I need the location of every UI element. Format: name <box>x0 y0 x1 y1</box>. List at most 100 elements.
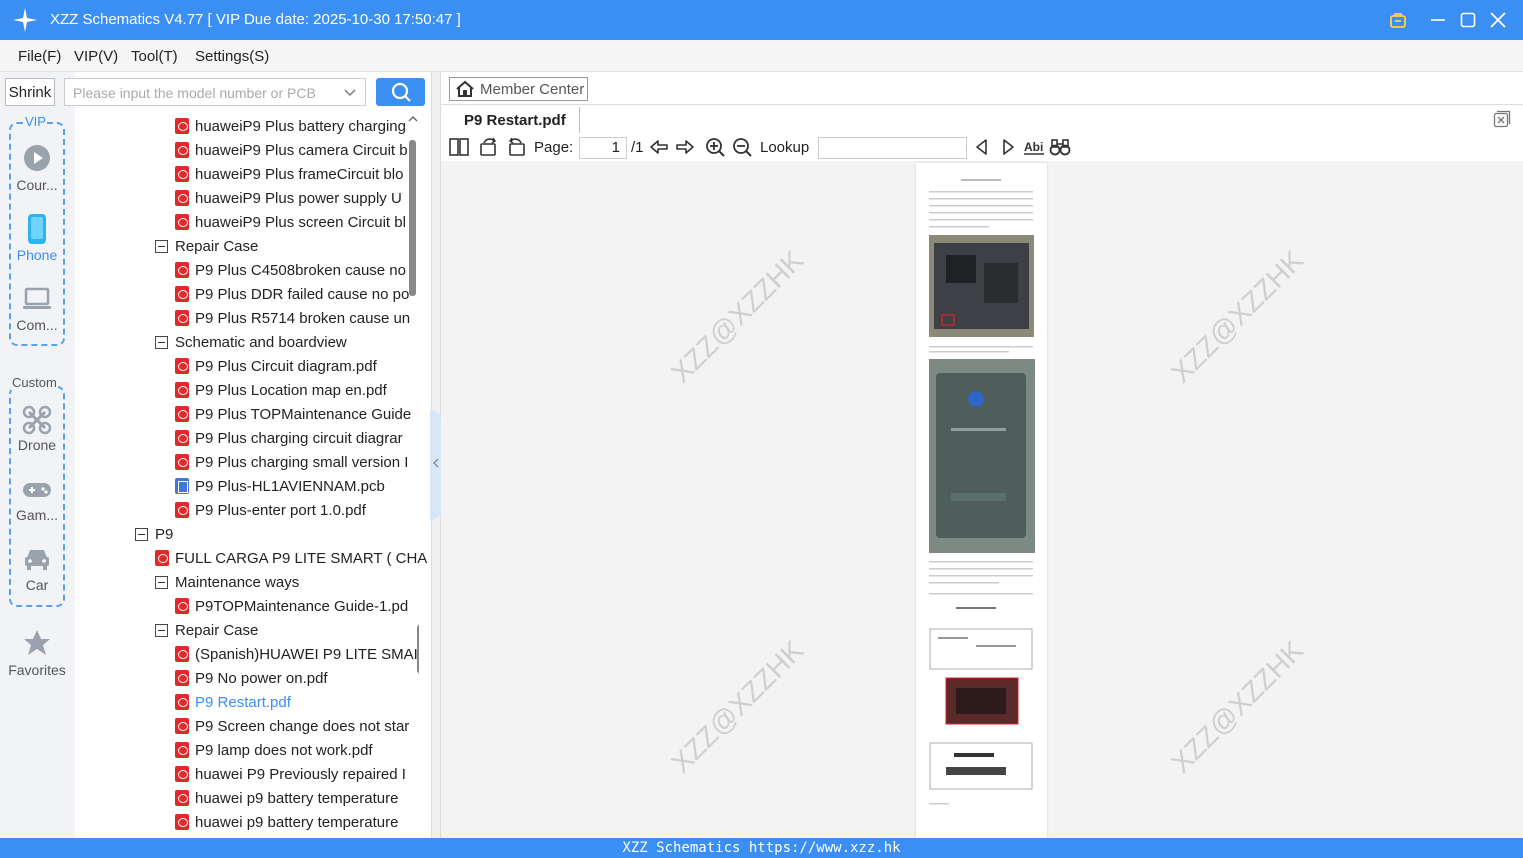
tree-file[interactable]: P9 Plus Circuit diagram.pdf <box>175 354 377 378</box>
menu-settings[interactable]: Settings(S) <box>195 48 269 65</box>
search-icon <box>391 82 411 102</box>
title-bar: XZZ Schematics V4.77 [ VIP Due date: 202… <box>0 0 1523 40</box>
nav-phone[interactable]: Phone <box>5 247 69 263</box>
tree-file[interactable]: P9 Plus Location map en.pdf <box>175 378 387 402</box>
model-search-input[interactable]: Please input the model number or PCB <box>64 78 366 106</box>
tree-item-label: huawei P9 Previously repaired I <box>195 765 406 783</box>
watermark: XZZ@XZZHK <box>1165 634 1310 779</box>
next-page-icon[interactable] <box>674 137 696 157</box>
tree-file[interactable]: huawei p9 battery temperature <box>175 810 398 834</box>
search-button[interactable] <box>376 78 425 106</box>
pcb-file-icon <box>175 478 189 494</box>
nav-drone[interactable]: Drone <box>5 437 69 453</box>
member-center-button[interactable]: Member Center <box>449 77 588 101</box>
tree-file[interactable]: P9TOPMaintenance Guide-1.pd <box>175 594 408 618</box>
tree-file[interactable]: P9 Restart.pdf <box>175 690 291 714</box>
minimize-button[interactable] <box>1426 8 1450 32</box>
tree-item-label: huaweiP9 Plus power supply U <box>195 189 402 207</box>
nav-car[interactable]: Car <box>5 577 69 593</box>
close-button[interactable] <box>1486 8 1510 32</box>
shrink-button[interactable]: Shrink <box>5 78 55 106</box>
menu-vip[interactable]: VIP(V) <box>74 48 118 65</box>
tree-file[interactable]: huaweiP9 Plus frameCircuit blo <box>175 162 403 186</box>
page-number-input[interactable]: 1 <box>579 137 627 159</box>
app-logo-icon <box>13 8 37 32</box>
tree-file[interactable]: huawei p9 battery temperature <box>175 786 398 810</box>
pdf-file-icon <box>175 262 189 278</box>
close-all-tabs-icon[interactable] <box>1493 110 1511 128</box>
tree-file[interactable]: (Spanish)HUAWEI P9 LITE SMAI <box>175 642 418 666</box>
tree-folder[interactable]: Repair Case <box>155 618 258 642</box>
chevron-down-icon[interactable] <box>343 85 357 99</box>
status-bar: XZZ Schematics https://www.xzz.hk <box>0 838 1523 858</box>
lookup-input[interactable] <box>818 137 967 159</box>
collapse-toggle-icon[interactable] <box>135 527 148 541</box>
tree-file[interactable]: P9 Plus charging circuit diagrar <box>175 426 403 450</box>
tree-file[interactable]: P9 Plus C4508broken cause no <box>175 258 406 282</box>
vip-bag-icon[interactable] <box>1386 8 1410 32</box>
pdf-file-icon <box>175 286 189 302</box>
zoom-in-icon[interactable] <box>704 137 726 157</box>
previous-page-icon[interactable] <box>648 137 670 157</box>
maximize-button[interactable] <box>1456 8 1480 32</box>
pdf-file-icon <box>175 118 189 134</box>
pdf-file-icon <box>155 550 169 566</box>
tab-p9-restart[interactable]: P9 Restart.pdf <box>455 107 580 133</box>
tree-item-label: P9 No power on.pdf <box>195 669 328 687</box>
tree-file[interactable]: P9 Screen change does not star <box>175 714 409 738</box>
laptop-icon <box>23 287 51 309</box>
tree-file[interactable]: P9 No power on.pdf <box>175 666 328 690</box>
pdf-file-icon <box>175 598 189 614</box>
tree-item-label: P9 Plus-enter port 1.0.pdf <box>195 501 366 519</box>
tree-item-label: Repair Case <box>175 237 259 255</box>
tree-file[interactable]: P9 lamp does not work.pdf <box>175 738 373 762</box>
tree-file[interactable]: FULL CARGA P9 LITE SMART ( CHA <box>155 546 427 570</box>
collapse-toggle-icon[interactable] <box>155 623 168 637</box>
nav-course[interactable]: Cour... <box>5 177 69 193</box>
tree-file[interactable]: huaweiP9 Plus camera Circuit b <box>175 138 408 162</box>
tree-file[interactable]: P9 Plus DDR failed cause no po <box>175 282 409 306</box>
collapse-toggle-icon[interactable] <box>155 239 168 253</box>
menu-tool[interactable]: Tool(T) <box>131 48 178 65</box>
tree-folder[interactable]: Schematic and boardview <box>155 330 347 354</box>
find-next-icon[interactable] <box>997 137 1019 157</box>
collapse-toggle-icon[interactable] <box>155 335 168 349</box>
tree-file[interactable]: huaweiP9 Plus power supply U <box>175 186 402 210</box>
tree-file[interactable]: P9 Plus charging small version I <box>175 450 408 474</box>
tree-folder[interactable]: Maintenance ways <box>155 570 299 594</box>
window-title: XZZ Schematics V4.77 [ VIP Due date: 202… <box>50 11 461 28</box>
tree-file[interactable]: huaweiP9 Plus screen Circuit bl <box>175 210 406 234</box>
tree-scrollbar[interactable] <box>407 112 419 838</box>
binoculars-icon[interactable] <box>1049 137 1071 157</box>
nav-computer[interactable]: Com... <box>5 317 69 333</box>
vip-group-label: VIP <box>24 114 47 129</box>
tree-file[interactable]: P9 Plus-HL1AVIENNAM.pcb <box>175 474 385 498</box>
tree-file[interactable]: huaweiP9 Plus battery charging <box>175 114 406 138</box>
nav-game[interactable]: Gam... <box>5 507 69 523</box>
tree-item-label: huaweiP9 Plus screen Circuit bl <box>195 213 406 231</box>
tree-item-label: P9 Plus C4508broken cause no <box>195 261 406 279</box>
tree-file[interactable]: P9 Plus-enter port 1.0.pdf <box>175 498 366 522</box>
file-tree: huaweiP9 Plus battery charging huaweiP9 P… <box>75 112 431 838</box>
tree-file[interactable]: P9 Plus R5714 broken cause un <box>175 306 410 330</box>
menu-file[interactable]: File(F) <box>18 48 61 65</box>
zoom-out-icon[interactable] <box>731 137 753 157</box>
tree-item-label: (Spanish)HUAWEI P9 LITE SMAI <box>195 645 418 663</box>
two-page-view-icon[interactable] <box>448 137 470 157</box>
tree-item-label: P9 Restart.pdf <box>195 693 291 711</box>
find-previous-icon[interactable] <box>971 137 993 157</box>
custom-group-label: Custom <box>11 375 58 390</box>
tree-folder[interactable]: Repair Case <box>155 234 258 258</box>
nav-favorites[interactable]: Favorites <box>2 662 72 678</box>
rotate-left-icon[interactable] <box>478 137 500 157</box>
pdf-page-content <box>929 179 1035 805</box>
tree-item-label: huaweiP9 Plus frameCircuit blo <box>195 165 404 183</box>
tree-file[interactable]: huawei P9 Previously repaired I <box>175 762 406 786</box>
pdf-file-icon <box>175 694 189 710</box>
rotate-right-icon[interactable] <box>505 137 527 157</box>
tree-file[interactable]: P9 Plus TOPMaintenance Guide <box>175 402 411 426</box>
watermark: XZZ@XZZHK <box>665 634 810 779</box>
collapse-toggle-icon[interactable] <box>155 575 168 589</box>
tree-folder[interactable]: P9 <box>135 522 173 546</box>
match-case-icon[interactable]: Abi <box>1023 137 1045 157</box>
